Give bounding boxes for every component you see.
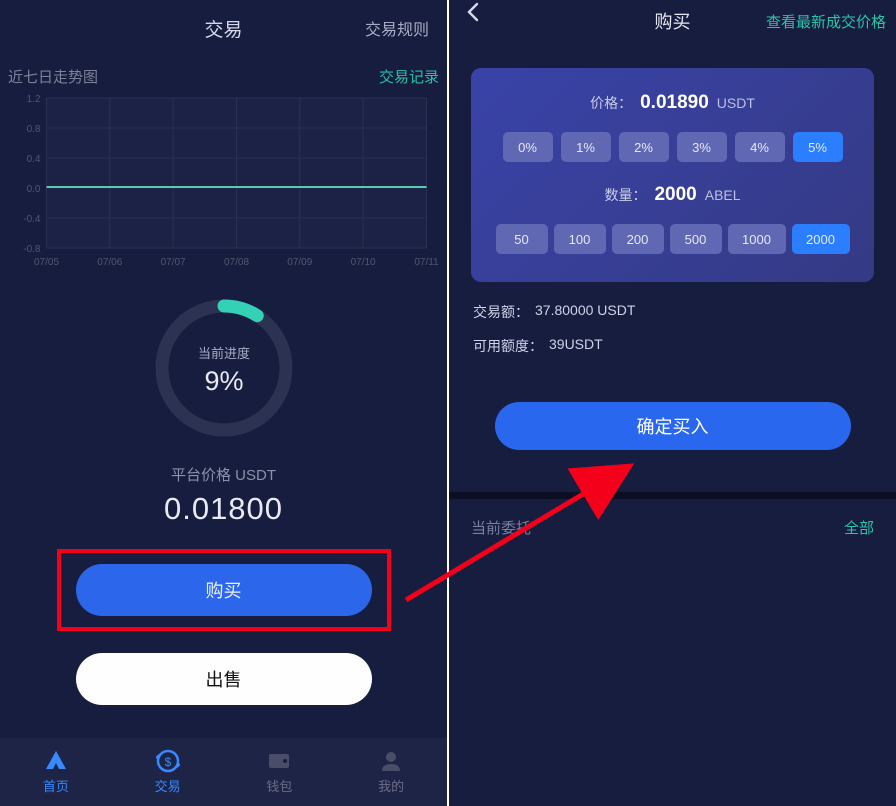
trade-amount-row: 交易额： 37.80000 USDT	[473, 302, 872, 322]
svg-text:9%: 9%	[204, 366, 243, 396]
pct-chip-5[interactable]: 5%	[793, 132, 843, 162]
back-icon[interactable]	[465, 2, 483, 22]
wallet-icon	[267, 749, 291, 773]
buy-button[interactable]: 购买	[76, 564, 372, 616]
sell-button[interactable]: 出售	[76, 653, 372, 705]
nav-mine[interactable]: 我的	[378, 749, 404, 795]
progress-area: 当前进度 9%	[0, 292, 447, 444]
action-buttons: 购买 出售	[0, 549, 447, 705]
home-icon	[44, 749, 68, 773]
pct-chip-1[interactable]: 1%	[561, 132, 611, 162]
svg-text:1.2: 1.2	[27, 94, 41, 105]
entrust-label: 当前委托	[471, 517, 531, 538]
svg-text:$: $	[164, 755, 171, 769]
pct-chip-0[interactable]: 0%	[503, 132, 553, 162]
amt-chip-1[interactable]: 100	[554, 224, 606, 254]
chart-area: 近七日走势图 交易记录 1.2	[0, 56, 447, 278]
amt-chip-4[interactable]: 1000	[728, 224, 786, 254]
price-row: 价格： 0.01890 USDT	[489, 92, 856, 114]
platform-price-label: 平台价格 USDT	[0, 464, 447, 485]
amt-chip-0[interactable]: 50	[496, 224, 548, 254]
svg-text:-0.8: -0.8	[23, 244, 41, 255]
available-val: 39USDT	[549, 336, 603, 356]
qty-unit: ABEL	[705, 187, 741, 203]
price-value: 0.01890	[640, 92, 709, 114]
entrust-row: 当前委托 全部	[449, 499, 896, 538]
price-area: 平台价格 USDT 0.01800	[0, 464, 447, 527]
buy-card: 价格： 0.01890 USDT 0% 1% 2% 3% 4% 5% 数量： 2…	[471, 68, 874, 282]
trade-amount-val: 37.80000 USDT	[535, 302, 635, 322]
section-divider	[449, 492, 896, 499]
svg-text:0.4: 0.4	[27, 154, 41, 165]
svg-text:-0.4: -0.4	[23, 214, 41, 225]
qty-row: 数量： 2000 ABEL	[489, 184, 856, 206]
bottom-nav: 首页 $ 交易 钱包 我的	[0, 738, 447, 806]
qty-value: 2000	[654, 184, 696, 206]
highlight-annotation: 购买	[57, 549, 391, 631]
svg-text:07/11: 07/11	[414, 257, 439, 268]
trade-amount-key: 交易额：	[473, 302, 529, 322]
latest-price-link[interactable]: 查看最新成交价格	[766, 11, 886, 32]
confirm-wrap: 确定买入	[449, 402, 896, 450]
percent-chips: 0% 1% 2% 3% 4% 5%	[489, 132, 856, 162]
amount-chips: 50 100 200 500 1000 2000	[489, 224, 856, 254]
trade-records-link[interactable]: 交易记录	[379, 66, 439, 87]
trade-rules-link[interactable]: 交易规则	[365, 16, 429, 40]
svg-text:07/10: 07/10	[351, 257, 376, 268]
pct-chip-4[interactable]: 4%	[735, 132, 785, 162]
pct-chip-3[interactable]: 3%	[677, 132, 727, 162]
pct-chip-2[interactable]: 2%	[619, 132, 669, 162]
svg-text:当前进度: 当前进度	[197, 346, 249, 361]
confirm-buy-button[interactable]: 确定买入	[495, 402, 851, 450]
amt-chip-3[interactable]: 500	[670, 224, 722, 254]
page-title: 交易	[204, 15, 242, 42]
svg-text:0.0: 0.0	[27, 184, 41, 195]
svg-text:07/07: 07/07	[161, 257, 186, 268]
chart-title: 近七日走势图	[8, 66, 98, 87]
profile-icon	[379, 749, 403, 773]
svg-text:07/09: 07/09	[287, 257, 312, 268]
buy-page-title: 购买	[655, 8, 691, 34]
svg-text:0.8: 0.8	[27, 124, 41, 135]
progress-ring: 当前进度 9%	[148, 292, 300, 444]
left-panel: 交易 交易规则 近七日走势图 交易记录	[0, 0, 447, 806]
info-block: 交易额： 37.80000 USDT 可用额度： 39USDT	[449, 282, 896, 356]
nav-home[interactable]: 首页	[43, 749, 69, 795]
entrust-all-link[interactable]: 全部	[844, 517, 874, 538]
trend-chart: 1.2 0.8 0.4 0.0 -0.4 -0.8 07/05 07/06 07…	[8, 93, 439, 278]
available-key: 可用额度：	[473, 336, 543, 356]
chart-header: 近七日走势图 交易记录	[8, 66, 439, 87]
price-key: 价格：	[590, 93, 632, 113]
svg-text:07/08: 07/08	[224, 257, 249, 268]
available-row: 可用额度： 39USDT	[473, 336, 872, 356]
amt-chip-5[interactable]: 2000	[792, 224, 850, 254]
nav-trade[interactable]: $ 交易	[155, 749, 181, 795]
trade-icon: $	[156, 749, 180, 773]
nav-wallet[interactable]: 钱包	[266, 749, 292, 795]
platform-price-value: 0.01800	[0, 491, 447, 527]
qty-key: 数量：	[604, 185, 646, 205]
svg-text:07/05: 07/05	[34, 257, 59, 268]
svg-text:07/06: 07/06	[97, 257, 122, 268]
right-header: 购买 查看最新成交价格	[449, 0, 896, 42]
price-unit: USDT	[717, 95, 755, 111]
right-panel: 购买 查看最新成交价格 价格： 0.01890 USDT 0% 1% 2% 3%…	[449, 0, 896, 806]
left-header: 交易 交易规则	[0, 0, 447, 56]
amt-chip-2[interactable]: 200	[612, 224, 664, 254]
